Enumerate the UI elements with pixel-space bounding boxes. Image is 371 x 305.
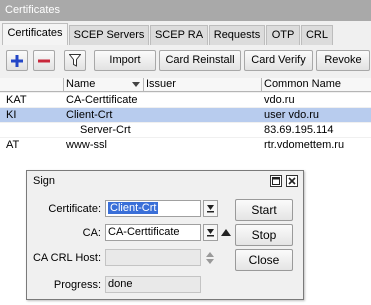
column-header-common-name[interactable]: Common Name [262,78,371,92]
minus-icon [38,59,50,63]
filter-icon [68,54,82,67]
dialog-title: Sign [27,171,303,191]
ca-label: CA: [82,227,101,239]
row-name: Server-Crt [80,124,131,136]
row-name: www-ssl [66,139,107,151]
tab-scep-ra[interactable]: SCEP RA [150,25,208,45]
certificate-label: Certificate: [48,203,101,215]
restore-icon [272,177,280,185]
row-flags [6,123,62,137]
row-common-name: rtr.vdomettem.ru [264,139,345,151]
column-header-name-label: Name [66,78,96,90]
column-header-issuer[interactable]: Issuer [144,78,262,92]
table-row-selected[interactable]: KI Client-Crt user vdo.ru [0,108,371,122]
close-button[interactable]: Close [235,249,293,271]
updown-arrow-icon [206,252,214,264]
row-issuer [146,108,260,122]
column-header-name[interactable]: Name [64,78,144,92]
tab-crl[interactable]: CRL [301,25,333,45]
table-row[interactable]: AT www-ssl rtr.vdomettem.ru [0,138,371,152]
row-flags: KI [6,109,17,121]
row-issuer [146,93,260,107]
column-dropdown-icon [132,82,140,87]
ca-dropdown-button[interactable] [203,224,218,241]
revoke-button[interactable]: Revoke [316,50,370,71]
table-row[interactable]: KAT CA-Certtificate vdo.ru [0,93,371,107]
ca-select[interactable]: CA-Certtificate [105,224,201,241]
dropdown-arrow-icon [207,205,214,213]
add-button[interactable] [6,50,28,71]
row-name: Client-Crt [66,109,113,121]
row-common-name: vdo.ru [264,94,295,106]
plus-icon [11,55,23,67]
toolbar: Import Card Reinstall Card Verify Revoke [0,46,371,74]
row-common-name: user vdo.ru [264,109,320,121]
tab-requests[interactable]: Requests [209,25,265,45]
progress-label: Progress: [53,279,101,291]
certificate-select[interactable]: Client-Crt [105,200,201,217]
row-issuer [146,123,260,137]
ca-crl-host-label: CA CRL Host: [32,252,101,264]
stop-button[interactable]: Stop [235,224,293,246]
tab-scep-servers[interactable]: SCEP Servers [69,25,149,45]
card-reinstall-button[interactable]: Card Reinstall [159,50,241,71]
card-verify-button[interactable]: Card Verify [244,50,313,71]
close-window-button[interactable] [286,175,298,187]
filter-button[interactable] [64,50,86,71]
row-issuer [146,138,260,152]
table-row[interactable]: Server-Crt 83.69.195.114 [0,123,371,137]
start-button[interactable]: Start [235,199,293,221]
row-flags: AT [6,139,20,151]
row-name: CA-Certtificate [66,94,138,106]
close-icon [288,177,296,185]
progress-field: done [105,276,201,293]
certificate-dropdown-button[interactable] [203,200,218,217]
restore-button[interactable] [270,175,282,187]
sign-dialog: Sign Certificate: Client-Crt CA: CA-Cert… [26,170,304,300]
window-title: Certificates [0,0,371,21]
ca-crl-host-field[interactable] [105,249,201,266]
row-flags: KAT [6,94,27,106]
row-common-name: 83.69.195.114 [264,124,334,136]
certificate-value: Client-Crt [108,202,159,214]
tab-certificates[interactable]: Certificates [2,23,68,45]
remove-button[interactable] [33,50,55,71]
column-header-flags[interactable] [0,78,64,92]
collapse-arrow-icon[interactable] [221,229,231,237]
import-button[interactable]: Import [94,50,156,71]
dropdown-arrow-icon [207,229,214,237]
tab-otp[interactable]: OTP [266,25,300,45]
